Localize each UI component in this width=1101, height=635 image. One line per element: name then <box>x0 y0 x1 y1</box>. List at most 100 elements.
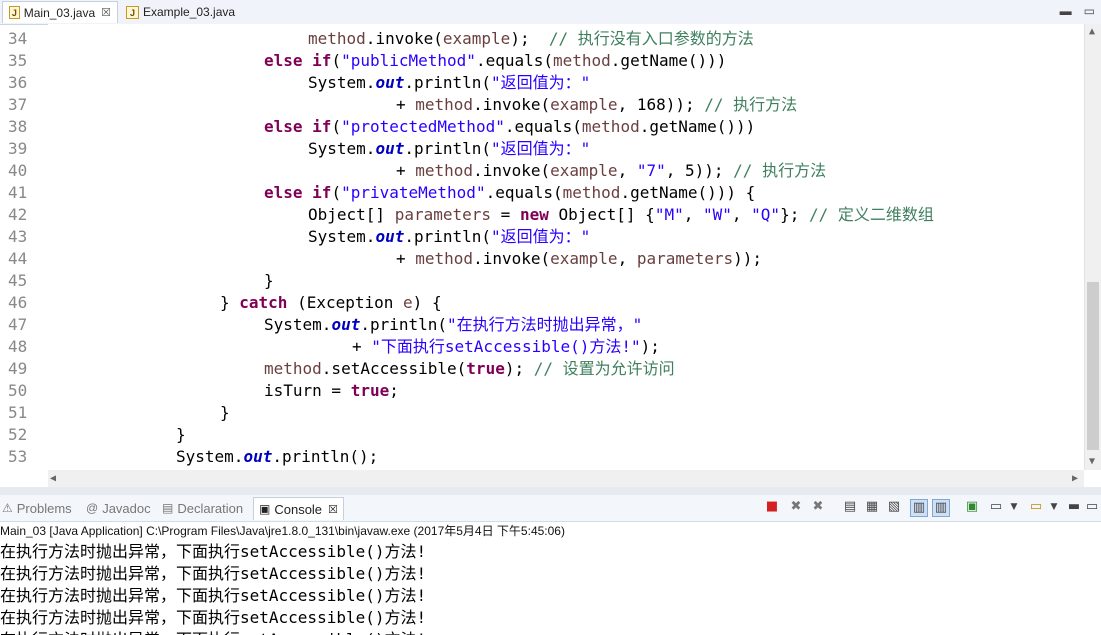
line-number: 43 <box>8 227 28 246</box>
code-token: "protectedMethod" <box>341 117 505 136</box>
code-token: } <box>220 403 230 422</box>
code-token: method <box>264 359 322 378</box>
code-line: else if("publicMethod".equals(method.get… <box>264 50 726 72</box>
code-token: parameters <box>394 205 492 224</box>
code-token: "privateMethod" <box>341 183 486 202</box>
tab-problems[interactable]: ⚠ Problems <box>2 497 72 519</box>
code-token: + <box>352 337 372 356</box>
code-token: System. <box>308 139 376 158</box>
code-token: System. <box>308 73 376 92</box>
code-token: .invoke( <box>473 95 551 114</box>
code-token: method <box>308 29 366 48</box>
code-token: example <box>550 249 618 268</box>
code-line: System.out.println("在执行方法时抛出异常，" <box>264 314 642 336</box>
line-number: 36 <box>8 73 28 92</box>
display-console-icon[interactable]: ▭ <box>988 499 1004 515</box>
code-token: out <box>375 139 405 158</box>
code-token: ( <box>331 51 342 70</box>
line-number: 46 <box>8 293 28 312</box>
minimize-icon[interactable]: ▬ <box>1066 499 1082 515</box>
remove-launch-icon[interactable]: ✖ <box>788 499 804 515</box>
close-icon[interactable]: ☒ <box>328 503 338 516</box>
tab-declaration[interactable]: ▤ Declaration <box>162 497 243 519</box>
console-output-line: 在执行方法时抛出异常，下面执行setAccessible()方法! <box>0 564 427 583</box>
console-output[interactable]: 在执行方法时抛出异常，下面执行setAccessible()方法! 在执行方法时抛… <box>0 541 1101 635</box>
code-token: .println(); <box>272 447 379 466</box>
tab-example-03-java[interactable]: J Example_03.java <box>120 1 250 23</box>
code-line: else if("privateMethod".equals(method.ge… <box>264 182 755 204</box>
editor-horizontal-scrollbar[interactable]: ◀ ▶ <box>48 470 1084 487</box>
line-number: 47 <box>8 315 28 334</box>
tab-label: Example_03.java <box>143 5 236 19</box>
code-token: (Exception <box>287 293 404 312</box>
code-token: "M" <box>654 205 684 224</box>
scroll-lock-icon[interactable]: ▦ <box>864 499 880 515</box>
scroll-down-icon[interactable]: ▼ <box>1089 456 1095 467</box>
code-token: // 执行没有入口参数的方法 <box>548 29 754 48</box>
code-token: new <box>519 205 549 224</box>
show-on-error-icon[interactable]: ▥ <box>932 499 950 517</box>
code-line: else if("protectedMethod".equals(method.… <box>264 116 755 138</box>
code-token: ) { <box>412 293 442 312</box>
code-token: }; <box>780 205 809 224</box>
code-token: e <box>403 293 413 312</box>
code-line: method.invoke(example); // 执行没有入口参数的方法 <box>308 28 754 50</box>
code-token: out <box>243 447 273 466</box>
code-token: .getName())) <box>610 51 727 70</box>
scroll-left-icon[interactable]: ◀ <box>50 473 56 484</box>
code-line: System.out.println("返回值为：" <box>308 138 590 160</box>
line-number: 37 <box>8 95 28 114</box>
line-number: 51 <box>8 403 28 422</box>
code-line: + method.invoke(example, 168)); // 执行方法 <box>396 94 797 116</box>
open-console-icon[interactable]: ▭ <box>1028 499 1044 515</box>
console-output-line: 在执行方法时抛出异常，下面执行setAccessible()方法! <box>0 542 427 561</box>
code-token: + <box>396 249 416 268</box>
show-on-output-icon[interactable]: ▥ <box>910 499 928 517</box>
code-token: .equals( <box>485 183 563 202</box>
maximize-icon[interactable]: ▭ <box>1084 4 1095 18</box>
pane-divider[interactable] <box>0 487 1101 495</box>
close-icon[interactable]: ☒ <box>101 6 111 19</box>
scroll-right-icon[interactable]: ▶ <box>1072 473 1078 484</box>
code-token: "返回值为：" <box>491 139 591 158</box>
minimize-icon[interactable]: ▬ <box>1060 4 1072 18</box>
code-token: , 5)); <box>665 161 734 180</box>
terminate-icon[interactable]: ■ <box>764 499 780 515</box>
tab-main-03-java[interactable]: J Main_03.java ☒ <box>2 1 118 23</box>
code-token: Object[] <box>308 205 395 224</box>
line-number: 39 <box>8 139 28 158</box>
tab-javadoc[interactable]: @ Javadoc <box>86 497 151 519</box>
java-file-icon: J <box>126 5 139 19</box>
chevron-down-icon[interactable]: ▼ <box>1006 499 1022 515</box>
word-wrap-icon[interactable]: ▧ <box>886 499 902 515</box>
clear-console-icon[interactable]: ▤ <box>842 499 858 515</box>
pin-console-icon[interactable]: ▣ <box>964 499 980 515</box>
code-token: .getName())) { <box>620 183 756 202</box>
declaration-icon: ▤ <box>162 501 174 515</box>
code-token: // 设置为允许访问 <box>533 359 675 378</box>
scroll-up-icon[interactable]: ▲ <box>1089 26 1095 37</box>
line-number: 48 <box>8 337 28 356</box>
code-token: method <box>553 51 611 70</box>
code-token: if <box>312 117 332 136</box>
code-line: + "下面执行setAccessible()方法!"); <box>352 336 660 358</box>
code-token: , 168)); <box>617 95 705 114</box>
line-number: 44 <box>8 249 28 268</box>
code-token: true <box>350 381 390 400</box>
console-output-line: 在执行方法时抛出异常，下面执行setAccessible()方法! <box>0 586 427 605</box>
line-number: 34 <box>8 29 28 48</box>
scroll-thumb[interactable] <box>1087 282 1099 450</box>
code-token: ); <box>640 337 660 356</box>
tab-console[interactable]: ▣ Console ☒ <box>253 497 344 520</box>
java-file-icon: J <box>9 6 20 19</box>
code-line: System.out.println(); <box>176 446 378 468</box>
remove-all-terminated-icon[interactable]: ✖ <box>810 499 826 515</box>
chevron-down-icon[interactable]: ▼ <box>1046 499 1062 515</box>
line-number: 35 <box>8 51 28 70</box>
editor-vertical-scrollbar[interactable]: ▲ ▼ <box>1084 24 1101 470</box>
code-token: System. <box>264 315 332 334</box>
code-editor[interactable]: method.invoke(example); // 执行没有入口参数的方法 el… <box>48 24 1084 470</box>
maximize-icon[interactable]: ▭ <box>1084 499 1100 515</box>
